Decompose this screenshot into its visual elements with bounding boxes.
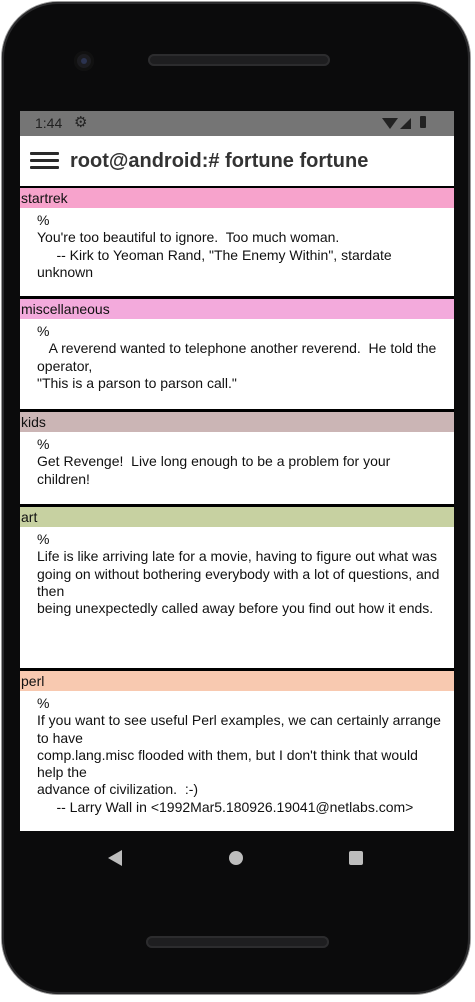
earpiece-speaker <box>148 54 330 66</box>
fortune-text: % You're too beautiful to ignore. Too mu… <box>37 212 392 280</box>
fortune-text: % Life is like arriving late for a movie… <box>37 531 440 617</box>
app-title: root@android:# fortune fortune <box>70 150 369 172</box>
fortune-list[interactable]: startrek % You're too beautiful to ignor… <box>20 186 454 831</box>
back-icon[interactable] <box>108 850 122 866</box>
gear-icon: ⚙ <box>74 114 88 131</box>
front-camera <box>74 51 94 71</box>
app-bar: root@android:# fortune fortune <box>20 136 454 186</box>
fortune-card: kids % Get Revenge! Live long enough to … <box>20 410 454 506</box>
fortune-category: miscellaneous <box>20 299 454 319</box>
recents-icon[interactable] <box>349 851 363 865</box>
status-time: 1:44 <box>35 115 63 131</box>
fortune-category: perl <box>20 671 454 691</box>
fortune-text: % If you want to see useful Perl example… <box>37 695 441 815</box>
fortune-card: art % Life is like arriving late for a m… <box>20 505 454 670</box>
signal-icon <box>400 118 411 129</box>
bottom-speaker <box>146 936 329 948</box>
menu-icon[interactable] <box>30 150 60 172</box>
fortune-text: % A reverend wanted to telephone another… <box>37 323 437 391</box>
status-icons <box>382 114 442 132</box>
wifi-icon <box>382 118 398 129</box>
home-icon[interactable] <box>229 851 243 865</box>
fortune-category: kids <box>20 412 454 432</box>
battery-icon <box>420 116 426 128</box>
status-bar: 1:44 ⚙ <box>20 111 454 136</box>
navigation-bar <box>20 832 454 884</box>
fortune-category: startrek <box>20 188 454 208</box>
fortune-text: % Get Revenge! Live long enough to be a … <box>37 436 391 487</box>
fortune-card: startrek % You're too beautiful to ignor… <box>20 186 454 298</box>
fortune-card: miscellaneous % A reverend wanted to tel… <box>20 297 454 411</box>
fortune-card: perl % If you want to see useful Perl ex… <box>20 669 454 831</box>
screen: 1:44 ⚙ root@android:# fortune fortune st… <box>20 111 454 831</box>
fortune-category: art <box>20 507 454 527</box>
